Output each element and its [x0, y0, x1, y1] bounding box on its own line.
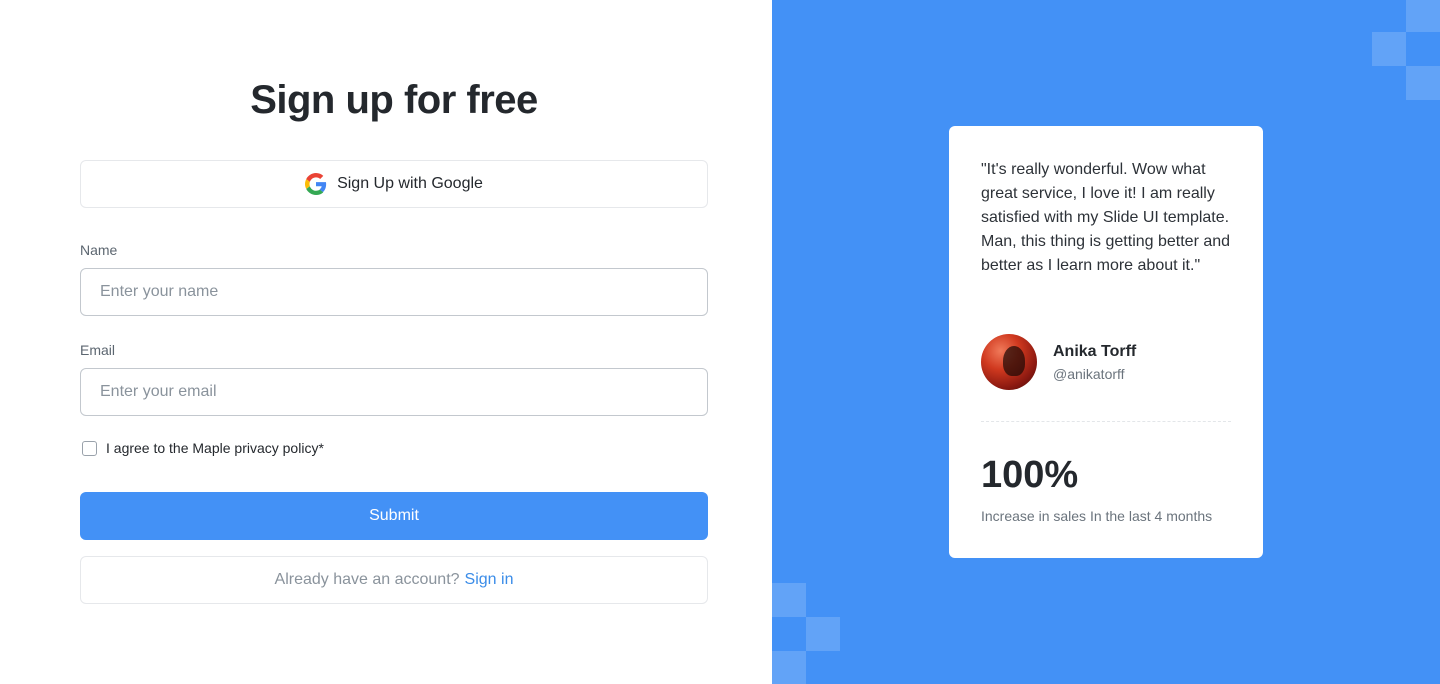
email-input[interactable]: [80, 368, 708, 416]
privacy-agree-row[interactable]: I agree to the Maple privacy policy*: [82, 440, 324, 456]
google-button-label: Sign Up with Google: [337, 175, 483, 192]
google-signup-button[interactable]: Sign Up with Google: [80, 160, 708, 208]
decor-square: [772, 651, 806, 684]
decor-square: [1406, 66, 1440, 100]
author-handle: @anikatorff: [1053, 366, 1125, 382]
author-name: Anika Torff: [1053, 343, 1137, 360]
card-divider: [981, 421, 1231, 422]
privacy-agree-label: I agree to the Maple privacy policy*: [106, 440, 324, 456]
privacy-checkbox[interactable]: [82, 440, 97, 456]
decor-square: [1406, 0, 1440, 32]
signin-prompt-text: Already have an account?: [274, 571, 460, 588]
decor-square: [772, 583, 806, 617]
signin-prompt-box: Already have an account? Sign in: [80, 556, 708, 604]
email-label: Email: [80, 342, 116, 358]
testimonial-panel: "It's really wonderful. Wow what great s…: [772, 0, 1440, 684]
decor-square: [806, 617, 840, 651]
stat-label: Increase in sales In the last 4 months: [981, 508, 1213, 524]
author-avatar: [981, 334, 1037, 390]
page-title: Sign up for free: [250, 78, 538, 122]
name-input[interactable]: [80, 268, 708, 316]
testimonial-quote: "It's really wonderful. Wow what great s…: [981, 161, 1231, 274]
google-icon: [305, 173, 327, 195]
stat-value: 100%: [981, 454, 1079, 496]
name-label: Name: [80, 242, 118, 258]
submit-button[interactable]: Submit: [80, 492, 708, 540]
signup-panel: Sign up for free Sign Up with Google Nam…: [0, 0, 772, 684]
decor-square: [1372, 32, 1406, 66]
testimonial-card: "It's really wonderful. Wow what great s…: [949, 126, 1263, 558]
signin-link[interactable]: Sign in: [465, 571, 514, 589]
